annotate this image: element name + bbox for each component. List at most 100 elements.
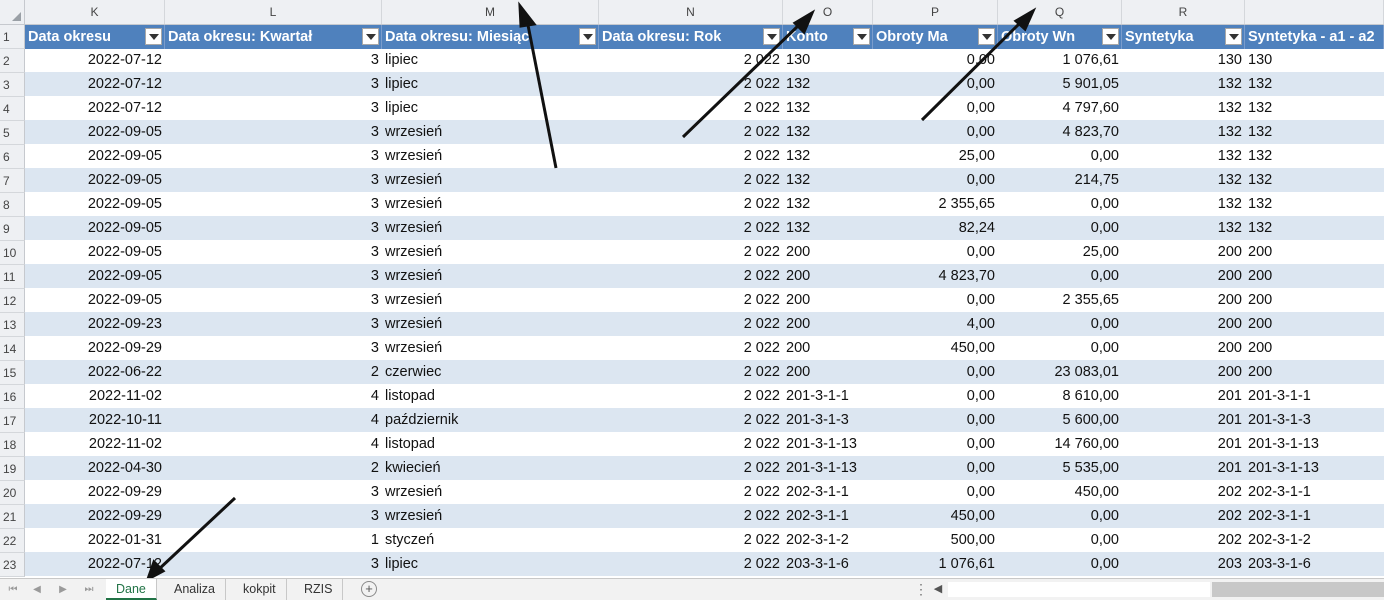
cell-debit[interactable]: 214,75 [998,169,1122,192]
cell-month[interactable]: styczeń [382,529,599,552]
cell-debit[interactable]: 0,00 [998,193,1122,216]
cell-credit[interactable]: 0,00 [873,361,998,384]
cell-account[interactable]: 200 [783,337,873,360]
cell-year[interactable]: 2 022 [599,145,783,168]
cell-quarter[interactable]: 3 [165,241,382,264]
cell-date[interactable]: 2022-01-31 [25,529,165,552]
cell-quarter[interactable]: 3 [165,169,382,192]
cell-credit[interactable]: 0,00 [873,49,998,72]
cell-synthetic[interactable]: 132 [1122,217,1245,240]
cell-debit[interactable]: 4 823,70 [998,121,1122,144]
cell-credit[interactable]: 500,00 [873,529,998,552]
cell-synthetic-detail[interactable]: 200 [1245,313,1384,336]
cell-credit[interactable]: 25,00 [873,145,998,168]
cell-quarter[interactable]: 3 [165,481,382,504]
column-letter[interactable] [1245,0,1384,24]
cell-quarter[interactable]: 3 [165,289,382,312]
cell-account[interactable]: 201-3-1-13 [783,433,873,456]
cell-quarter[interactable]: 3 [165,97,382,120]
cell-year[interactable]: 2 022 [599,289,783,312]
cell-synthetic[interactable]: 202 [1122,529,1245,552]
column-letter[interactable]: Q [998,0,1122,24]
cell-debit[interactable]: 5 901,05 [998,73,1122,96]
row-number[interactable]: 15 [0,361,25,385]
cell-date[interactable]: 2022-07-12 [25,73,165,96]
cell-credit[interactable]: 0,00 [873,97,998,120]
row-number[interactable]: 1 [0,25,25,49]
cell-year[interactable]: 2 022 [599,169,783,192]
tab-dane[interactable]: Dane [106,579,157,600]
cell-month[interactable]: październik [382,409,599,432]
cell-month[interactable]: listopad [382,433,599,456]
cell-credit[interactable]: 0,00 [873,121,998,144]
cell-debit[interactable]: 8 610,00 [998,385,1122,408]
cell-month[interactable]: wrzesień [382,313,599,336]
tab-splitter-handle[interactable]: ⋮ [914,581,928,597]
cell-date[interactable]: 2022-06-22 [25,361,165,384]
cell-credit[interactable]: 450,00 [873,505,998,528]
filter-dropdown-icon[interactable] [763,28,780,45]
cell-account[interactable]: 200 [783,289,873,312]
cell-month[interactable]: wrzesień [382,265,599,288]
cell-date[interactable]: 2022-09-29 [25,505,165,528]
cell-month[interactable]: wrzesień [382,121,599,144]
cell-debit[interactable]: 0,00 [998,337,1122,360]
cell-debit[interactable]: 14 760,00 [998,433,1122,456]
cell-debit[interactable]: 23 083,01 [998,361,1122,384]
cell-year[interactable]: 2 022 [599,313,783,336]
filter-dropdown-icon[interactable] [145,28,162,45]
cell-month[interactable]: lipiec [382,73,599,96]
cell-debit[interactable]: 1 076,61 [998,49,1122,72]
cell-account[interactable]: 132 [783,217,873,240]
cell-quarter[interactable]: 3 [165,505,382,528]
cell-quarter[interactable]: 3 [165,265,382,288]
row-number[interactable]: 12 [0,289,25,313]
cell-synthetic-detail[interactable]: 202-3-1-2 [1245,529,1384,552]
row-number[interactable]: 3 [0,73,25,97]
cell-credit[interactable]: 4,00 [873,313,998,336]
cell-synthetic-detail[interactable]: 130 [1245,49,1384,72]
row-number[interactable]: 22 [0,529,25,553]
cell-month[interactable]: wrzesień [382,505,599,528]
cell-account[interactable]: 201-3-1-13 [783,457,873,480]
cell-quarter[interactable]: 1 [165,529,382,552]
cell-account[interactable]: 200 [783,361,873,384]
cell-synthetic-detail[interactable]: 132 [1245,217,1384,240]
cell-month[interactable]: wrzesień [382,193,599,216]
cell-year[interactable]: 2 022 [599,265,783,288]
cell-debit[interactable]: 0,00 [998,313,1122,336]
cell-quarter[interactable]: 3 [165,337,382,360]
horizontal-scrollbar-thumb[interactable] [1212,582,1384,597]
cell-year[interactable]: 2 022 [599,217,783,240]
cell-credit[interactable]: 0,00 [873,169,998,192]
cell-account[interactable]: 201-3-1-3 [783,409,873,432]
row-number[interactable]: 18 [0,433,25,457]
cell-credit[interactable]: 1 076,61 [873,553,998,576]
cell-year[interactable]: 2 022 [599,241,783,264]
cell-date[interactable]: 2022-09-05 [25,217,165,240]
row-number[interactable]: 10 [0,241,25,265]
cell-synthetic-detail[interactable]: 202-3-1-1 [1245,481,1384,504]
row-number[interactable]: 8 [0,193,25,217]
first-sheet-button[interactable]: ⏮ [4,582,22,598]
cell-quarter[interactable]: 3 [165,73,382,96]
row-number[interactable]: 14 [0,337,25,361]
row-number[interactable]: 16 [0,385,25,409]
cell-month[interactable]: listopad [382,385,599,408]
cell-account[interactable]: 203-3-1-6 [783,553,873,576]
cell-synthetic-detail[interactable]: 200 [1245,337,1384,360]
cell-quarter[interactable]: 3 [165,217,382,240]
cell-credit[interactable]: 450,00 [873,337,998,360]
tab-rzis[interactable]: RZIS [294,579,344,600]
cell-synthetic[interactable]: 201 [1122,409,1245,432]
cell-credit[interactable]: 0,00 [873,457,998,480]
cell-quarter[interactable]: 3 [165,313,382,336]
tab-kokpit[interactable]: kokpit [233,579,287,600]
select-all-corner[interactable] [0,0,25,24]
cell-debit[interactable]: 0,00 [998,553,1122,576]
cell-synthetic-detail[interactable]: 132 [1245,97,1384,120]
cell-month[interactable]: lipiec [382,97,599,120]
cell-synthetic[interactable]: 200 [1122,361,1245,384]
cell-debit[interactable]: 0,00 [998,265,1122,288]
cell-synthetic-detail[interactable]: 203-3-1-6 [1245,553,1384,576]
